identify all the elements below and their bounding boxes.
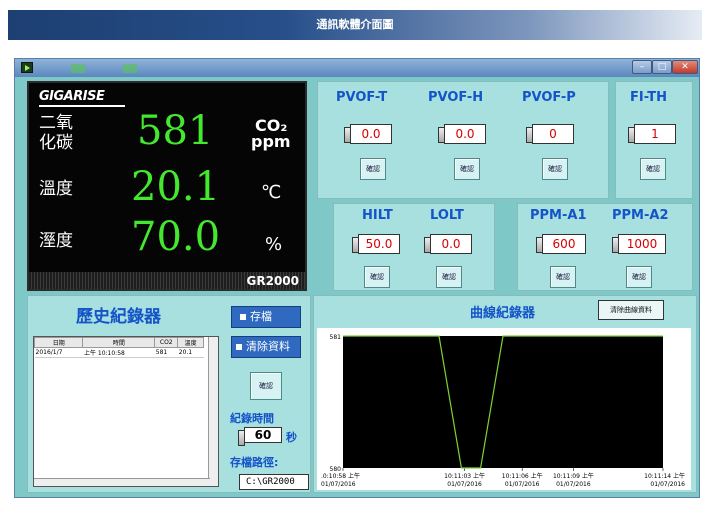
table-vertical-scrollbar[interactable] <box>208 337 218 486</box>
lolt-title: LOLT <box>430 208 464 223</box>
pvof-h-confirm-button[interactable]: 確認 <box>454 158 480 180</box>
record-interval-label: 紀錄時間 <box>230 412 274 425</box>
hilt-confirm-button[interactable]: 確認 <box>364 266 390 288</box>
history-table-header: 日期 時間 CO2 溫度 <box>34 337 204 348</box>
pvof-panel: PVOF-T 0.0 確認 PVOF-H 0.0 確認 PVOF-P 0 確認 <box>317 81 609 199</box>
x-tick-time-label: .0:10:58 上午 <box>321 472 360 480</box>
window-titlebar[interactable]: – □ ✕ <box>15 59 699 77</box>
hilt-title: HILT <box>362 208 393 223</box>
history-table[interactable]: 日期 時間 CO2 溫度 2016/1/7 上午 10:10:58 581 20… <box>33 336 219 487</box>
x-tick-date-label: 01/07/2016 <box>321 481 356 488</box>
pvof-t-confirm-button[interactable]: 確認 <box>360 158 386 180</box>
temperature-label: 溫度 <box>39 179 73 199</box>
x-tick-date-label: 01/07/2016 <box>505 481 540 488</box>
limit-panel: HILT 50.0 確認 LOLT 0.0 確認 <box>333 203 495 291</box>
save-checkbox-icon <box>240 314 246 320</box>
column-header-time[interactable]: 時間 <box>82 337 156 348</box>
humidity-value: 70.0 <box>131 214 221 260</box>
fi-th-input[interactable]: 1 <box>628 124 676 144</box>
clear-data-button[interactable]: 清除資料 <box>231 336 301 358</box>
x-tick-time-label: 10:11:06 上午 <box>502 472 543 480</box>
minimize-button[interactable]: – <box>632 60 652 74</box>
record-interval-unit: 秒 <box>286 431 297 444</box>
column-header-co2[interactable]: CO2 <box>154 337 179 348</box>
ppm-a1-title: PPM-A1 <box>530 208 587 223</box>
record-interval-input[interactable]: 60 <box>238 427 282 446</box>
fi-th-title: FI-TH <box>630 90 667 105</box>
x-tick-date-label: 01/07/2016 <box>447 481 482 488</box>
humidity-label: 溼度 <box>39 231 73 251</box>
temperature-unit: ℃ <box>261 182 282 203</box>
ppm-a2-input[interactable]: 1000 <box>612 234 666 254</box>
curve-chart[interactable]: 581 580.0:10:58 上午 01/07/2016 10:11:03 上午 01… <box>317 328 691 490</box>
column-header-temperature[interactable]: 溫度 <box>177 337 204 348</box>
pvof-p-title: PVOF-P <box>522 90 576 105</box>
x-tick-time-label: 10:11:09 上午 <box>553 472 594 480</box>
close-button[interactable]: ✕ <box>672 60 698 74</box>
y-tick-label: 580 <box>330 466 342 473</box>
clear-data-label: 清除資料 <box>246 340 290 353</box>
ppm-a2-title: PPM-A2 <box>612 208 669 223</box>
toolbar-green-icon-2[interactable] <box>123 64 137 73</box>
pvof-t-input[interactable]: 0.0 <box>344 124 392 144</box>
ppm-a1-input[interactable]: 600 <box>536 234 586 254</box>
brand-underline <box>39 105 125 107</box>
co2-value: 581 <box>137 108 214 154</box>
caption-title: 通訊軟體介面圖 <box>316 18 394 31</box>
app-run-icon[interactable] <box>21 62 33 73</box>
app-window: – □ ✕ GIGARISE 二氧 化碳 581 CO₂ ppm 溫度 20.1… <box>14 58 700 498</box>
pvof-t-title: PVOF-T <box>336 90 388 105</box>
ppm-panel: PPM-A1 600 確認 PPM-A2 1000 確認 <box>517 203 693 291</box>
caption-bar: 通訊軟體介面圖 <box>8 10 702 40</box>
co2-label-line1: 二氧 <box>39 113 73 133</box>
pvof-h-input[interactable]: 0.0 <box>438 124 486 144</box>
x-tick-time-label: 10:11:14 上午 <box>644 472 685 480</box>
pvof-p-confirm-button[interactable]: 確認 <box>542 158 568 180</box>
x-tick-time-label: 10:11:03 上午 <box>444 472 485 480</box>
curve-chart-svg: 581580.0:10:58 上午01/07/201610:11:03 上午01… <box>321 334 685 488</box>
curve-recorder-panel: 曲線紀錄器 清除曲線資料 581 580.0:10:58 上午 01/07/2016… <box>313 295 697 493</box>
brand-logo: GIGARISE <box>39 89 105 104</box>
x-tick-date-label: 01/07/2016 <box>556 481 591 488</box>
co2-label-line2: 化碳 <box>39 133 73 153</box>
curve-title: 曲線紀錄器 <box>470 306 536 321</box>
ppm-a2-confirm-button[interactable]: 確認 <box>626 266 652 288</box>
humidity-unit: % <box>265 234 283 255</box>
clear-curve-button[interactable]: 清除曲線資料 <box>598 300 664 320</box>
history-title: 歷史紀錄器 <box>76 307 161 327</box>
toolbar-green-icon[interactable] <box>71 64 85 73</box>
model-label: GR2000 <box>246 274 300 288</box>
y-tick-label: 581 <box>330 334 342 341</box>
plot-area <box>343 336 663 468</box>
co2-unit-line2: ppm <box>251 132 291 151</box>
pvof-p-input[interactable]: 0 <box>526 124 574 144</box>
cell-date: 2016/1/7 <box>34 347 83 358</box>
x-tick-date-label: 01/07/2016 <box>650 481 685 488</box>
fi-th-confirm-button[interactable]: 確認 <box>640 158 666 180</box>
maximize-button[interactable]: □ <box>652 60 672 74</box>
clear-checkbox-icon <box>236 344 242 350</box>
save-path-label: 存檔路徑: <box>230 456 279 469</box>
ppm-a1-confirm-button[interactable]: 確認 <box>550 266 576 288</box>
pvof-h-title: PVOF-H <box>428 90 484 105</box>
history-confirm-button[interactable]: 確認 <box>250 372 282 400</box>
fi-th-panel: FI-TH 1 確認 <box>615 81 693 199</box>
save-path-input[interactable]: C:\GR2000 <box>239 474 309 490</box>
cell-temperature: 20.1 <box>177 347 204 358</box>
history-recorder-panel: 歷史紀錄器 日期 時間 CO2 溫度 2016/1/7 上午 10:10:58 … <box>27 295 311 493</box>
cell-time: 上午 10:10:58 <box>82 347 155 358</box>
save-button-label: 存檔 <box>250 310 272 323</box>
sensor-display: GIGARISE 二氧 化碳 581 CO₂ ppm 溫度 20.1 ℃ 溼度 … <box>27 81 307 291</box>
lolt-confirm-button[interactable]: 確認 <box>436 266 462 288</box>
temperature-value: 20.1 <box>131 164 221 210</box>
table-horizontal-scrollbar[interactable] <box>34 478 210 486</box>
screenshot-root: 通訊軟體介面圖 – □ ✕ GIGARISE 二氧 化碳 581 CO₂ ppm… <box>0 0 710 509</box>
column-header-date[interactable]: 日期 <box>34 337 84 348</box>
cell-co2: 581 <box>154 347 178 358</box>
table-row[interactable]: 2016/1/7 上午 10:10:58 581 20.1 <box>34 347 204 358</box>
lolt-input[interactable]: 0.0 <box>424 234 472 254</box>
hilt-input[interactable]: 50.0 <box>352 234 400 254</box>
save-button[interactable]: 存檔 <box>231 306 301 328</box>
